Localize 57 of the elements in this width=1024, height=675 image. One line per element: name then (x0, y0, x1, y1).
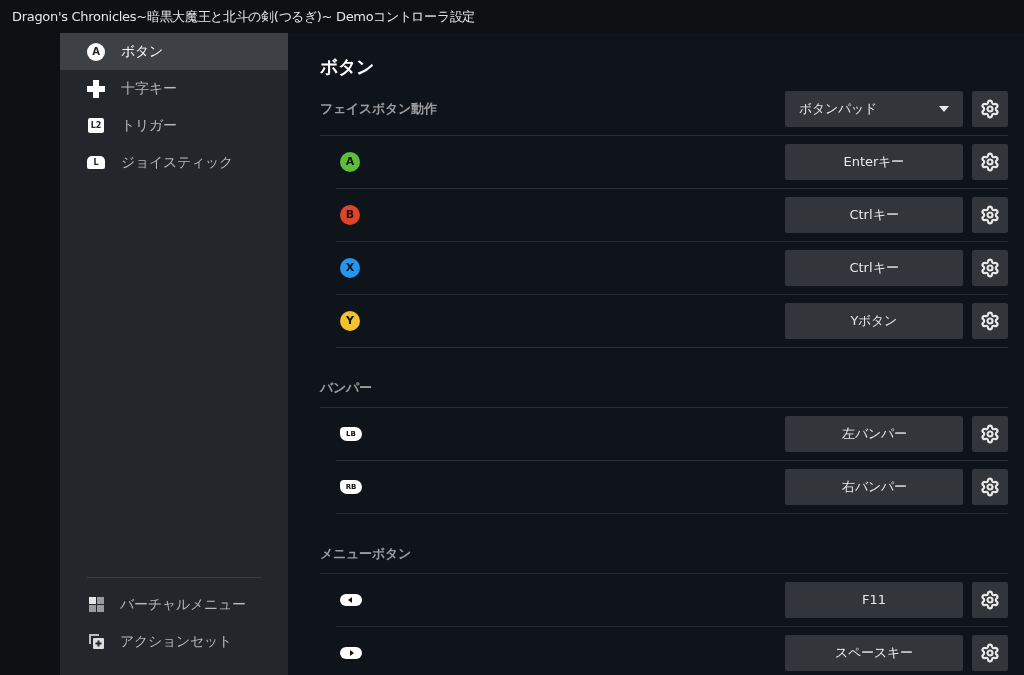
binding-button[interactable]: F11 (785, 582, 963, 618)
joystick-glyph-icon: L (87, 156, 105, 169)
trigger-glyph-icon: L2 (88, 118, 104, 133)
settings-icon (980, 424, 1000, 444)
face-button-glyph: Y (340, 311, 360, 331)
caret-icon (939, 106, 949, 112)
right-arrow-pill-icon (340, 647, 362, 659)
settings-button[interactable] (972, 416, 1008, 452)
sidebar-item[interactable]: L ジョイスティック (60, 144, 288, 181)
mode-dropdown[interactable]: ボタンパッド (785, 91, 963, 127)
settings-button[interactable] (972, 303, 1008, 339)
left-arrow-pill-icon (340, 594, 362, 606)
layers-plus-icon (89, 634, 104, 649)
settings-icon (980, 311, 1000, 331)
section-heading: フェイスボタン動作 (320, 100, 437, 119)
dpad-icon (87, 79, 105, 98)
binding-button[interactable]: Yボタン (785, 303, 963, 339)
sidebar-item[interactable]: 十字キー (60, 70, 288, 107)
sidebar-label: 十字キー (121, 79, 177, 98)
sidebar-item[interactable]: A ボタン (60, 33, 288, 70)
sidebar-label: バーチャルメニュー (120, 595, 246, 614)
binding-button[interactable]: スペースキー (785, 635, 963, 671)
settings-icon (980, 477, 1000, 497)
binding-button[interactable]: Enterキー (785, 144, 963, 180)
sidebar-label: ボタン (121, 42, 163, 61)
page-title: ボタン (320, 55, 375, 79)
sidebar-item[interactable]: アクションセット (60, 623, 288, 660)
settings-button[interactable] (972, 250, 1008, 286)
binding-button[interactable]: 右バンパー (785, 469, 963, 505)
section-heading: メニューボタン (320, 544, 411, 563)
binding-button[interactable]: Ctrlキー (785, 250, 963, 286)
settings-icon (980, 99, 1000, 119)
face-button-glyph: B (340, 205, 360, 225)
binding-button[interactable]: Ctrlキー (785, 197, 963, 233)
sidebar-label: ジョイスティック (121, 153, 233, 172)
grid-icon (89, 597, 104, 612)
settings-button[interactable] (972, 582, 1008, 618)
settings-icon (980, 643, 1000, 663)
binding-button[interactable]: 左バンパー (785, 416, 963, 452)
settings-button[interactable] (972, 91, 1008, 127)
settings-icon (980, 205, 1000, 225)
section-heading: バンパー (320, 378, 372, 397)
settings-button[interactable] (972, 197, 1008, 233)
sidebar-label: アクションセット (120, 632, 232, 651)
face-button-glyph: X (340, 258, 360, 278)
button-glyph-icon: A (87, 42, 105, 61)
settings-icon (980, 590, 1000, 610)
settings-button[interactable] (972, 635, 1008, 671)
settings-button[interactable] (972, 469, 1008, 505)
settings-icon (980, 152, 1000, 172)
face-button-glyph: A (340, 152, 360, 172)
settings-button[interactable] (972, 144, 1008, 180)
settings-icon (980, 258, 1000, 278)
sidebar-item[interactable]: L2 トリガー (60, 107, 288, 144)
window-title: Dragon's Chronicles~暗黒大魔王と北斗の剣(つるぎ)~ Demoコントローラ設定 (12, 7, 475, 26)
sidebar-label: トリガー (121, 116, 177, 135)
sidebar-item[interactable]: バーチャルメニュー (60, 586, 288, 623)
